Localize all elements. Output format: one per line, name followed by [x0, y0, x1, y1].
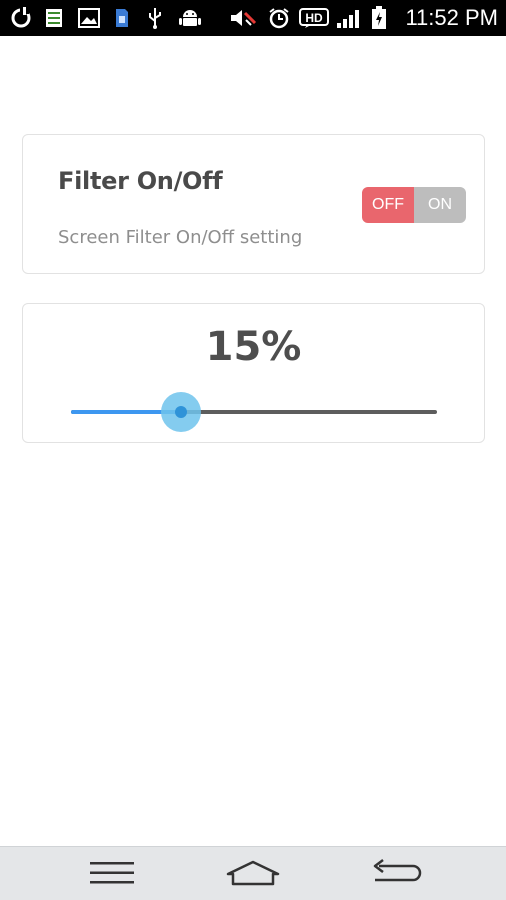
- navigation-bar: [0, 846, 506, 900]
- toggle-on-option[interactable]: ON: [414, 187, 466, 223]
- usb-icon: [144, 6, 166, 30]
- menu-icon: [89, 860, 135, 890]
- battery-charging-icon: [368, 6, 390, 30]
- slider-thumb-dot: [174, 406, 187, 418]
- image-icon: [76, 6, 102, 30]
- volume-muted-icon: [228, 6, 258, 30]
- toggle-off-option[interactable]: OFF: [362, 187, 414, 223]
- sim-card-icon: [112, 6, 132, 30]
- svg-text:HD: HD: [305, 11, 323, 25]
- home-button[interactable]: [223, 855, 283, 895]
- signal-icon: [334, 6, 364, 30]
- slider-thumb[interactable]: [160, 392, 201, 432]
- filter-level-value: 15%: [205, 324, 302, 370]
- list-icon: [42, 6, 66, 30]
- filter-level-card: 15%: [22, 303, 485, 443]
- app-logo-icon: [8, 6, 34, 30]
- home-icon: [225, 859, 281, 891]
- status-bar: HD 11:52 PM: [0, 0, 506, 36]
- android-icon: [176, 6, 204, 30]
- filter-title: Filter On/Off: [58, 167, 223, 195]
- hd-voice-icon: HD: [298, 6, 330, 30]
- status-time: 11:52 PM: [405, 5, 498, 30]
- alarm-clock-icon: [264, 6, 294, 30]
- back-icon: [369, 858, 423, 892]
- filter-subtitle: Screen Filter On/Off setting: [58, 227, 303, 248]
- filter-level-slider[interactable]: [71, 392, 437, 432]
- back-button[interactable]: [366, 855, 426, 895]
- filter-card: Filter On/Off Screen Filter On/Off setti…: [22, 134, 485, 274]
- filter-toggle[interactable]: OFF ON: [362, 187, 466, 223]
- menu-button[interactable]: [82, 855, 142, 895]
